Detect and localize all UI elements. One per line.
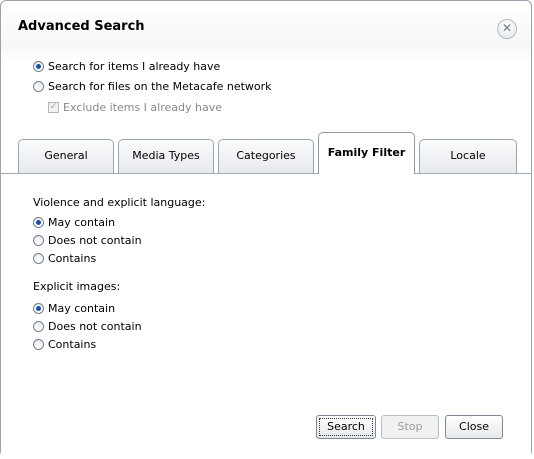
images-heading: Explicit images: <box>33 280 121 293</box>
violence-may-contain-radio[interactable] <box>33 216 44 228</box>
violence-contains-radio[interactable] <box>33 252 44 264</box>
tab-general[interactable]: General <box>18 139 114 173</box>
tab-media-types[interactable]: Media Types <box>118 139 214 173</box>
violence-does-not-contain-radio[interactable] <box>33 234 44 246</box>
images-may-contain-label: May contain <box>48 301 116 315</box>
search-have-option[interactable]: Search for items I already have <box>33 58 220 74</box>
images-does-not-contain-option[interactable]: Does not contain <box>33 318 142 334</box>
images-contains-radio[interactable] <box>33 338 44 350</box>
images-does-not-contain-label: Does not contain <box>48 319 142 333</box>
close-icon[interactable]: ✕ <box>497 19 517 39</box>
violence-heading: Violence and explicit language: <box>33 196 206 209</box>
search-have-label: Search for items I already have <box>48 59 221 73</box>
images-may-contain-radio[interactable] <box>33 302 44 314</box>
images-contains-label: Contains <box>48 337 97 351</box>
search-have-radio[interactable] <box>33 60 44 72</box>
stop-button[interactable]: Stop <box>381 415 439 439</box>
tab-categories[interactable]: Categories <box>218 139 314 173</box>
violence-does-not-contain-option[interactable]: Does not contain <box>33 232 142 248</box>
images-may-contain-option[interactable]: May contain <box>33 300 115 316</box>
exclude-label: Exclude items I already have <box>63 100 222 114</box>
tab-bar: General Media Types Categories Family Fi… <box>18 132 518 174</box>
advanced-search-dialog: Advanced Search ✕ Search for items I alr… <box>0 0 532 457</box>
violence-contains-label: Contains <box>48 251 97 265</box>
images-contains-option[interactable]: Contains <box>33 336 96 352</box>
violence-may-contain-option[interactable]: May contain <box>33 214 115 230</box>
search-network-option[interactable]: Search for files on the Metacafe network <box>33 78 272 94</box>
search-button[interactable]: Search <box>316 415 376 439</box>
search-network-label: Search for files on the Metacafe network <box>48 79 272 93</box>
close-button[interactable]: Close <box>445 415 503 439</box>
tab-locale[interactable]: Locale <box>419 139 517 173</box>
dialog-title: Advanced Search <box>18 19 145 34</box>
violence-contains-option[interactable]: Contains <box>33 250 96 266</box>
violence-may-contain-label: May contain <box>48 215 116 229</box>
exclude-option[interactable]: ✓ Exclude items I already have <box>48 99 222 115</box>
violence-does-not-contain-label: Does not contain <box>48 233 142 247</box>
tab-family-filter[interactable]: Family Filter <box>318 132 415 174</box>
search-network-radio[interactable] <box>33 80 44 92</box>
images-does-not-contain-radio[interactable] <box>33 320 44 332</box>
exclude-checkbox[interactable]: ✓ <box>48 101 59 113</box>
